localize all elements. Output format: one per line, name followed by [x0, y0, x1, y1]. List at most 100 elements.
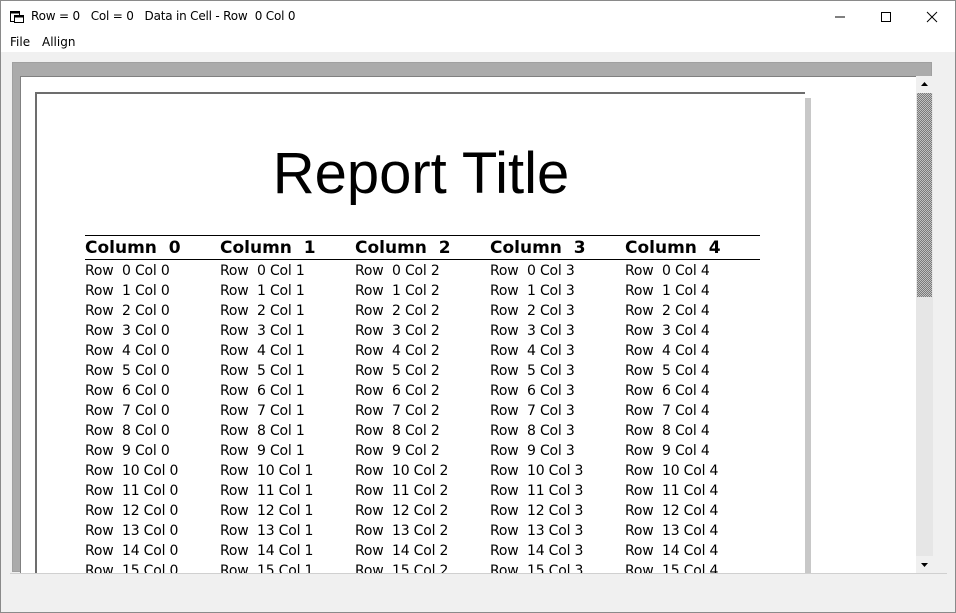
table-cell[interactable]: Row 0 Col 1 — [220, 262, 305, 280]
table-cell[interactable]: Row 5 Col 4 — [625, 362, 710, 380]
table-cell[interactable]: Row 4 Col 4 — [625, 342, 710, 360]
table-cell[interactable]: Row 4 Col 3 — [490, 342, 575, 360]
table-cell[interactable]: Row 12 Col 0 — [85, 502, 178, 520]
table-cell[interactable]: Row 6 Col 0 — [85, 382, 170, 400]
maximize-button[interactable] — [863, 1, 909, 32]
table-cell[interactable]: Row 14 Col 4 — [625, 542, 718, 560]
table-cell[interactable]: Row 14 Col 1 — [220, 542, 313, 560]
table-cell[interactable]: Row 9 Col 3 — [490, 442, 575, 460]
table-cell[interactable]: Row 13 Col 1 — [220, 522, 313, 540]
scroll-thumb[interactable] — [917, 93, 932, 297]
maximize-icon — [881, 12, 891, 22]
table-cell[interactable]: Row 13 Col 0 — [85, 522, 178, 540]
minimize-icon — [835, 16, 845, 18]
table-cell[interactable]: Row 9 Col 4 — [625, 442, 710, 460]
menu-allign[interactable]: Allign — [42, 35, 75, 49]
menu-file[interactable]: File — [10, 35, 30, 49]
table-cell[interactable]: Row 14 Col 3 — [490, 542, 583, 560]
document-icon[interactable] — [10, 10, 24, 23]
table-cell[interactable]: Row 3 Col 3 — [490, 322, 575, 340]
table-cell[interactable]: Row 11 Col 2 — [355, 482, 448, 500]
table-cell[interactable]: Row 4 Col 0 — [85, 342, 170, 360]
table-cell[interactable]: Row 7 Col 0 — [85, 402, 170, 420]
menu-bar: File Allign — [1, 32, 955, 52]
column-header-1: Column 1 — [220, 238, 316, 258]
table-cell[interactable]: Row 6 Col 3 — [490, 382, 575, 400]
table-cell[interactable]: Row 11 Col 4 — [625, 482, 718, 500]
table-cell[interactable]: Row 4 Col 1 — [220, 342, 305, 360]
table-cell[interactable]: Row 8 Col 1 — [220, 422, 305, 440]
scroll-down-button[interactable] — [916, 556, 933, 573]
table-cell[interactable]: Row 7 Col 3 — [490, 402, 575, 420]
table-cell[interactable]: Row 11 Col 0 — [85, 482, 178, 500]
table-cell[interactable]: Row 8 Col 0 — [85, 422, 170, 440]
table-cell[interactable]: Row 1 Col 3 — [490, 282, 575, 300]
table-cell[interactable]: Row 0 Col 4 — [625, 262, 710, 280]
table-cell[interactable]: Row 14 Col 0 — [85, 542, 178, 560]
table-cell[interactable]: Row 12 Col 2 — [355, 502, 448, 520]
table-cell[interactable]: Row 13 Col 3 — [490, 522, 583, 540]
table-cell[interactable]: Row 7 Col 4 — [625, 402, 710, 420]
scroll-down-arrow-icon — [921, 563, 928, 567]
table-cell[interactable]: Row 13 Col 2 — [355, 522, 448, 540]
table-cell[interactable]: Row 8 Col 2 — [355, 422, 440, 440]
table-cell[interactable]: Row 1 Col 1 — [220, 282, 305, 300]
title-bar[interactable]: Row = 0 Col = 0 Data in Cell - Row 0 Col… — [1, 1, 955, 32]
column-header-0: Column 0 — [85, 238, 181, 258]
table-cell[interactable]: Row 3 Col 4 — [625, 322, 710, 340]
table-cell[interactable]: Row 7 Col 2 — [355, 402, 440, 420]
table-cell[interactable]: Row 12 Col 3 — [490, 502, 583, 520]
table-cell[interactable]: Row 5 Col 3 — [490, 362, 575, 380]
minimize-button[interactable] — [817, 1, 863, 32]
table-cell[interactable]: Row 6 Col 1 — [220, 382, 305, 400]
table-cell[interactable]: Row 6 Col 4 — [625, 382, 710, 400]
scroll-up-button[interactable] — [916, 76, 933, 93]
scroll-up-arrow-icon — [921, 82, 928, 86]
table-cell[interactable]: Row 2 Col 1 — [220, 302, 305, 320]
table-cell[interactable]: Row 9 Col 1 — [220, 442, 305, 460]
status-bar — [10, 573, 947, 605]
table-cell[interactable]: Row 0 Col 2 — [355, 262, 440, 280]
table-cell[interactable]: Row 10 Col 0 — [85, 462, 178, 480]
table-cell[interactable]: Row 10 Col 2 — [355, 462, 448, 480]
table-cell[interactable]: Row 3 Col 2 — [355, 322, 440, 340]
close-icon — [926, 11, 938, 23]
close-button[interactable] — [909, 1, 955, 32]
vertical-scrollbar[interactable] — [916, 76, 933, 573]
table-cell[interactable]: Row 10 Col 4 — [625, 462, 718, 480]
table-cell[interactable]: Row 14 Col 2 — [355, 542, 448, 560]
app-window: Row = 0 Col = 0 Data in Cell - Row 0 Col… — [0, 0, 956, 613]
report-page: Report Title Column 0 Column 1 Column 2 Col… — [35, 92, 805, 574]
table-cell[interactable]: Row 10 Col 3 — [490, 462, 583, 480]
table-cell[interactable]: Row 1 Col 2 — [355, 282, 440, 300]
table-cell[interactable]: Row 0 Col 0 — [85, 262, 170, 280]
table-cell[interactable]: Row 8 Col 3 — [490, 422, 575, 440]
table-cell[interactable]: Row 3 Col 1 — [220, 322, 305, 340]
table-cell[interactable]: Row 8 Col 4 — [625, 422, 710, 440]
table-cell[interactable]: Row 2 Col 4 — [625, 302, 710, 320]
table-cell[interactable]: Row 11 Col 1 — [220, 482, 313, 500]
table-cell[interactable]: Row 3 Col 0 — [85, 322, 170, 340]
table-cell[interactable]: Row 12 Col 4 — [625, 502, 718, 520]
table-cell[interactable]: Row 1 Col 0 — [85, 282, 170, 300]
table-cell[interactable]: Row 2 Col 3 — [490, 302, 575, 320]
table-cell[interactable]: Row 7 Col 1 — [220, 402, 305, 420]
table-cell[interactable]: Row 9 Col 2 — [355, 442, 440, 460]
table-cell[interactable]: Row 2 Col 0 — [85, 302, 170, 320]
column-header-4: Column 4 — [625, 238, 721, 258]
table-cell[interactable]: Row 6 Col 2 — [355, 382, 440, 400]
report-viewport[interactable]: Report Title Column 0 Column 1 Column 2 Col… — [20, 76, 917, 574]
table-cell[interactable]: Row 13 Col 4 — [625, 522, 718, 540]
table-cell[interactable]: Row 5 Col 2 — [355, 362, 440, 380]
table-cell[interactable]: Row 5 Col 0 — [85, 362, 170, 380]
table-cell[interactable]: Row 10 Col 1 — [220, 462, 313, 480]
table-cell[interactable]: Row 12 Col 1 — [220, 502, 313, 520]
table-cell[interactable]: Row 11 Col 3 — [490, 482, 583, 500]
table-cell[interactable]: Row 4 Col 2 — [355, 342, 440, 360]
table-cell[interactable]: Row 2 Col 2 — [355, 302, 440, 320]
table-cell[interactable]: Row 5 Col 1 — [220, 362, 305, 380]
table-cell[interactable]: Row 0 Col 3 — [490, 262, 575, 280]
table-cell[interactable]: Row 1 Col 4 — [625, 282, 710, 300]
column-header-3: Column 3 — [490, 238, 586, 258]
table-cell[interactable]: Row 9 Col 0 — [85, 442, 170, 460]
